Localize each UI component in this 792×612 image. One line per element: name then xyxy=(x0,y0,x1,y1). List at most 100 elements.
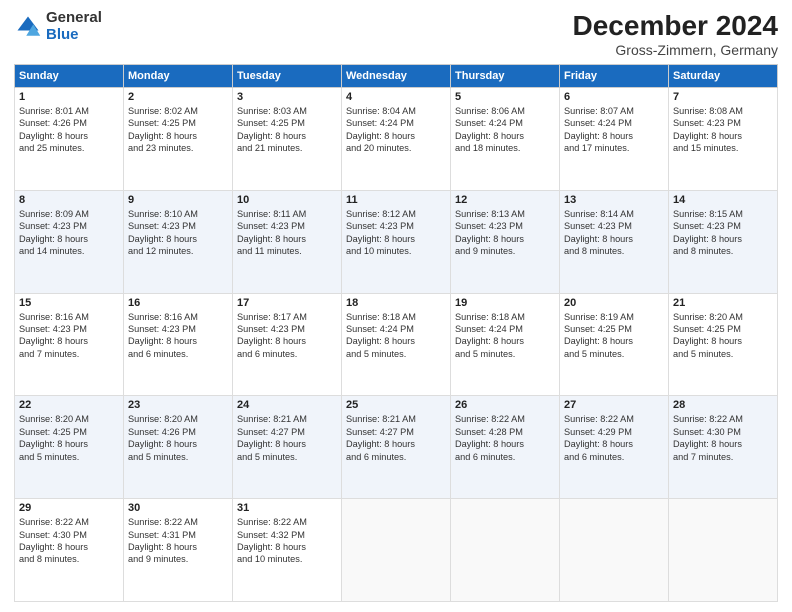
weekday-header-saturday: Saturday xyxy=(669,65,778,88)
day-info: Sunrise: 8:20 AM Sunset: 4:25 PM Dayligh… xyxy=(19,413,119,463)
calendar-cell: 25 Sunrise: 8:21 AM Sunset: 4:27 PM Dayli… xyxy=(342,396,451,499)
day-info: Sunrise: 8:21 AM Sunset: 4:27 PM Dayligh… xyxy=(237,413,337,463)
day-number: 29 xyxy=(19,502,119,514)
weekday-header-monday: Monday xyxy=(124,65,233,88)
calendar-cell: 16 Sunrise: 8:16 AM Sunset: 4:23 PM Dayli… xyxy=(124,293,233,396)
day-number: 9 xyxy=(128,194,228,206)
day-info: Sunrise: 8:20 AM Sunset: 4:25 PM Dayligh… xyxy=(673,311,773,361)
day-info: Sunrise: 8:11 AM Sunset: 4:23 PM Dayligh… xyxy=(237,208,337,258)
day-info: Sunrise: 8:06 AM Sunset: 4:24 PM Dayligh… xyxy=(455,105,555,155)
calendar-cell: 2Sunrise: 8:02 AM Sunset: 4:25 PM Daylig… xyxy=(124,88,233,191)
day-number: 5 xyxy=(455,91,555,103)
calendar-cell: 19 Sunrise: 8:18 AM Sunset: 4:24 PM Dayli… xyxy=(451,293,560,396)
day-info: Sunrise: 8:15 AM Sunset: 4:23 PM Dayligh… xyxy=(673,208,773,258)
calendar-week-2: 8 Sunrise: 8:09 AM Sunset: 4:23 PM Daylig… xyxy=(15,190,778,293)
calendar-cell: 13 Sunrise: 8:14 AM Sunset: 4:23 PM Dayli… xyxy=(560,190,669,293)
day-number: 7 xyxy=(673,91,773,103)
calendar-cell xyxy=(342,499,451,602)
day-number: 26 xyxy=(455,399,555,411)
day-number: 1 xyxy=(19,91,119,103)
calendar-cell: 31 Sunrise: 8:22 AM Sunset: 4:32 PM Dayli… xyxy=(233,499,342,602)
day-number: 4 xyxy=(346,91,446,103)
day-number: 28 xyxy=(673,399,773,411)
day-info: Sunrise: 8:04 AM Sunset: 4:24 PM Dayligh… xyxy=(346,105,446,155)
day-number: 30 xyxy=(128,502,228,514)
calendar-cell: 11 Sunrise: 8:12 AM Sunset: 4:23 PM Dayli… xyxy=(342,190,451,293)
calendar-cell: 29 Sunrise: 8:22 AM Sunset: 4:30 PM Dayli… xyxy=(15,499,124,602)
day-info: Sunrise: 8:18 AM Sunset: 4:24 PM Dayligh… xyxy=(346,311,446,361)
day-info: Sunrise: 8:20 AM Sunset: 4:26 PM Dayligh… xyxy=(128,413,228,463)
calendar-cell: 27 Sunrise: 8:22 AM Sunset: 4:29 PM Dayli… xyxy=(560,396,669,499)
day-number: 19 xyxy=(455,297,555,309)
day-info: Sunrise: 8:22 AM Sunset: 4:31 PM Dayligh… xyxy=(128,516,228,566)
weekday-header-thursday: Thursday xyxy=(451,65,560,88)
calendar-cell: 1 Sunrise: 8:01 AM Sunset: 4:26 PM Daylig… xyxy=(15,88,124,191)
calendar-cell: 28Sunrise: 8:22 AM Sunset: 4:30 PM Dayli… xyxy=(669,396,778,499)
day-number: 16 xyxy=(128,297,228,309)
day-info: Sunrise: 8:22 AM Sunset: 4:30 PM Dayligh… xyxy=(19,516,119,566)
calendar-cell: 21 Sunrise: 8:20 AM Sunset: 4:25 PM Dayli… xyxy=(669,293,778,396)
logo-icon xyxy=(14,13,42,41)
calendar-cell: 5 Sunrise: 8:06 AM Sunset: 4:24 PM Daylig… xyxy=(451,88,560,191)
day-info: Sunrise: 8:10 AM Sunset: 4:23 PM Dayligh… xyxy=(128,208,228,258)
calendar-cell: 26 Sunrise: 8:22 AM Sunset: 4:28 PM Dayli… xyxy=(451,396,560,499)
calendar-table: SundayMondayTuesdayWednesdayThursdayFrid… xyxy=(14,64,778,602)
day-info: Sunrise: 8:22 AM Sunset: 4:29 PM Dayligh… xyxy=(564,413,664,463)
weekday-header-friday: Friday xyxy=(560,65,669,88)
day-info: Sunrise: 8:21 AM Sunset: 4:27 PM Dayligh… xyxy=(346,413,446,463)
day-info: Sunrise: 8:18 AM Sunset: 4:24 PM Dayligh… xyxy=(455,311,555,361)
day-info: Sunrise: 8:19 AM Sunset: 4:25 PM Dayligh… xyxy=(564,311,664,361)
day-number: 11 xyxy=(346,194,446,206)
calendar-cell: 14 Sunrise: 8:15 AM Sunset: 4:23 PM Dayli… xyxy=(669,190,778,293)
day-number: 23 xyxy=(128,399,228,411)
day-info: Sunrise: 8:17 AM Sunset: 4:23 PM Dayligh… xyxy=(237,311,337,361)
header: General Blue December 2024 Gross-Zimmern… xyxy=(14,10,778,58)
calendar-cell: 17Sunrise: 8:17 AM Sunset: 4:23 PM Dayli… xyxy=(233,293,342,396)
day-number: 22 xyxy=(19,399,119,411)
day-number: 25 xyxy=(346,399,446,411)
calendar-cell: 18Sunrise: 8:18 AM Sunset: 4:24 PM Dayli… xyxy=(342,293,451,396)
logo: General Blue xyxy=(14,10,102,43)
calendar-cell: 4 Sunrise: 8:04 AM Sunset: 4:24 PM Daylig… xyxy=(342,88,451,191)
day-number: 8 xyxy=(19,194,119,206)
logo-text: General Blue xyxy=(46,10,102,43)
calendar-cell: 8 Sunrise: 8:09 AM Sunset: 4:23 PM Daylig… xyxy=(15,190,124,293)
day-info: Sunrise: 8:14 AM Sunset: 4:23 PM Dayligh… xyxy=(564,208,664,258)
day-number: 31 xyxy=(237,502,337,514)
calendar-cell: 15Sunrise: 8:16 AM Sunset: 4:23 PM Dayli… xyxy=(15,293,124,396)
logo-general: General xyxy=(46,10,102,27)
page: General Blue December 2024 Gross-Zimmern… xyxy=(0,0,792,612)
day-number: 27 xyxy=(564,399,664,411)
day-number: 10 xyxy=(237,194,337,206)
calendar-cell: 30 Sunrise: 8:22 AM Sunset: 4:31 PM Dayli… xyxy=(124,499,233,602)
calendar-cell xyxy=(560,499,669,602)
day-number: 21 xyxy=(673,297,773,309)
calendar-cell: 24 Sunrise: 8:21 AM Sunset: 4:27 PM Dayli… xyxy=(233,396,342,499)
day-number: 13 xyxy=(564,194,664,206)
day-info: Sunrise: 8:09 AM Sunset: 4:23 PM Dayligh… xyxy=(19,208,119,258)
calendar-week-3: 15Sunrise: 8:16 AM Sunset: 4:23 PM Dayli… xyxy=(15,293,778,396)
day-info: Sunrise: 8:03 AM Sunset: 4:25 PM Dayligh… xyxy=(237,105,337,155)
calendar-week-1: 1 Sunrise: 8:01 AM Sunset: 4:26 PM Daylig… xyxy=(15,88,778,191)
calendar-week-4: 22 Sunrise: 8:20 AM Sunset: 4:25 PM Dayli… xyxy=(15,396,778,499)
day-info: Sunrise: 8:08 AM Sunset: 4:23 PM Dayligh… xyxy=(673,105,773,155)
day-info: Sunrise: 8:22 AM Sunset: 4:32 PM Dayligh… xyxy=(237,516,337,566)
day-info: Sunrise: 8:07 AM Sunset: 4:24 PM Dayligh… xyxy=(564,105,664,155)
day-number: 6 xyxy=(564,91,664,103)
month-title: December 2024 xyxy=(573,10,778,42)
day-info: Sunrise: 8:16 AM Sunset: 4:23 PM Dayligh… xyxy=(128,311,228,361)
day-info: Sunrise: 8:01 AM Sunset: 4:26 PM Dayligh… xyxy=(19,105,119,155)
day-number: 14 xyxy=(673,194,773,206)
day-number: 2 xyxy=(128,91,228,103)
day-info: Sunrise: 8:12 AM Sunset: 4:23 PM Dayligh… xyxy=(346,208,446,258)
location: Gross-Zimmern, Germany xyxy=(573,42,778,58)
calendar-cell: 6 Sunrise: 8:07 AM Sunset: 4:24 PM Daylig… xyxy=(560,88,669,191)
day-number: 24 xyxy=(237,399,337,411)
day-info: Sunrise: 8:16 AM Sunset: 4:23 PM Dayligh… xyxy=(19,311,119,361)
day-info: Sunrise: 8:13 AM Sunset: 4:23 PM Dayligh… xyxy=(455,208,555,258)
calendar-cell: 20 Sunrise: 8:19 AM Sunset: 4:25 PM Dayli… xyxy=(560,293,669,396)
day-number: 20 xyxy=(564,297,664,309)
calendar-cell: 10 Sunrise: 8:11 AM Sunset: 4:23 PM Dayli… xyxy=(233,190,342,293)
calendar-week-5: 29 Sunrise: 8:22 AM Sunset: 4:30 PM Dayli… xyxy=(15,499,778,602)
day-info: Sunrise: 8:22 AM Sunset: 4:28 PM Dayligh… xyxy=(455,413,555,463)
